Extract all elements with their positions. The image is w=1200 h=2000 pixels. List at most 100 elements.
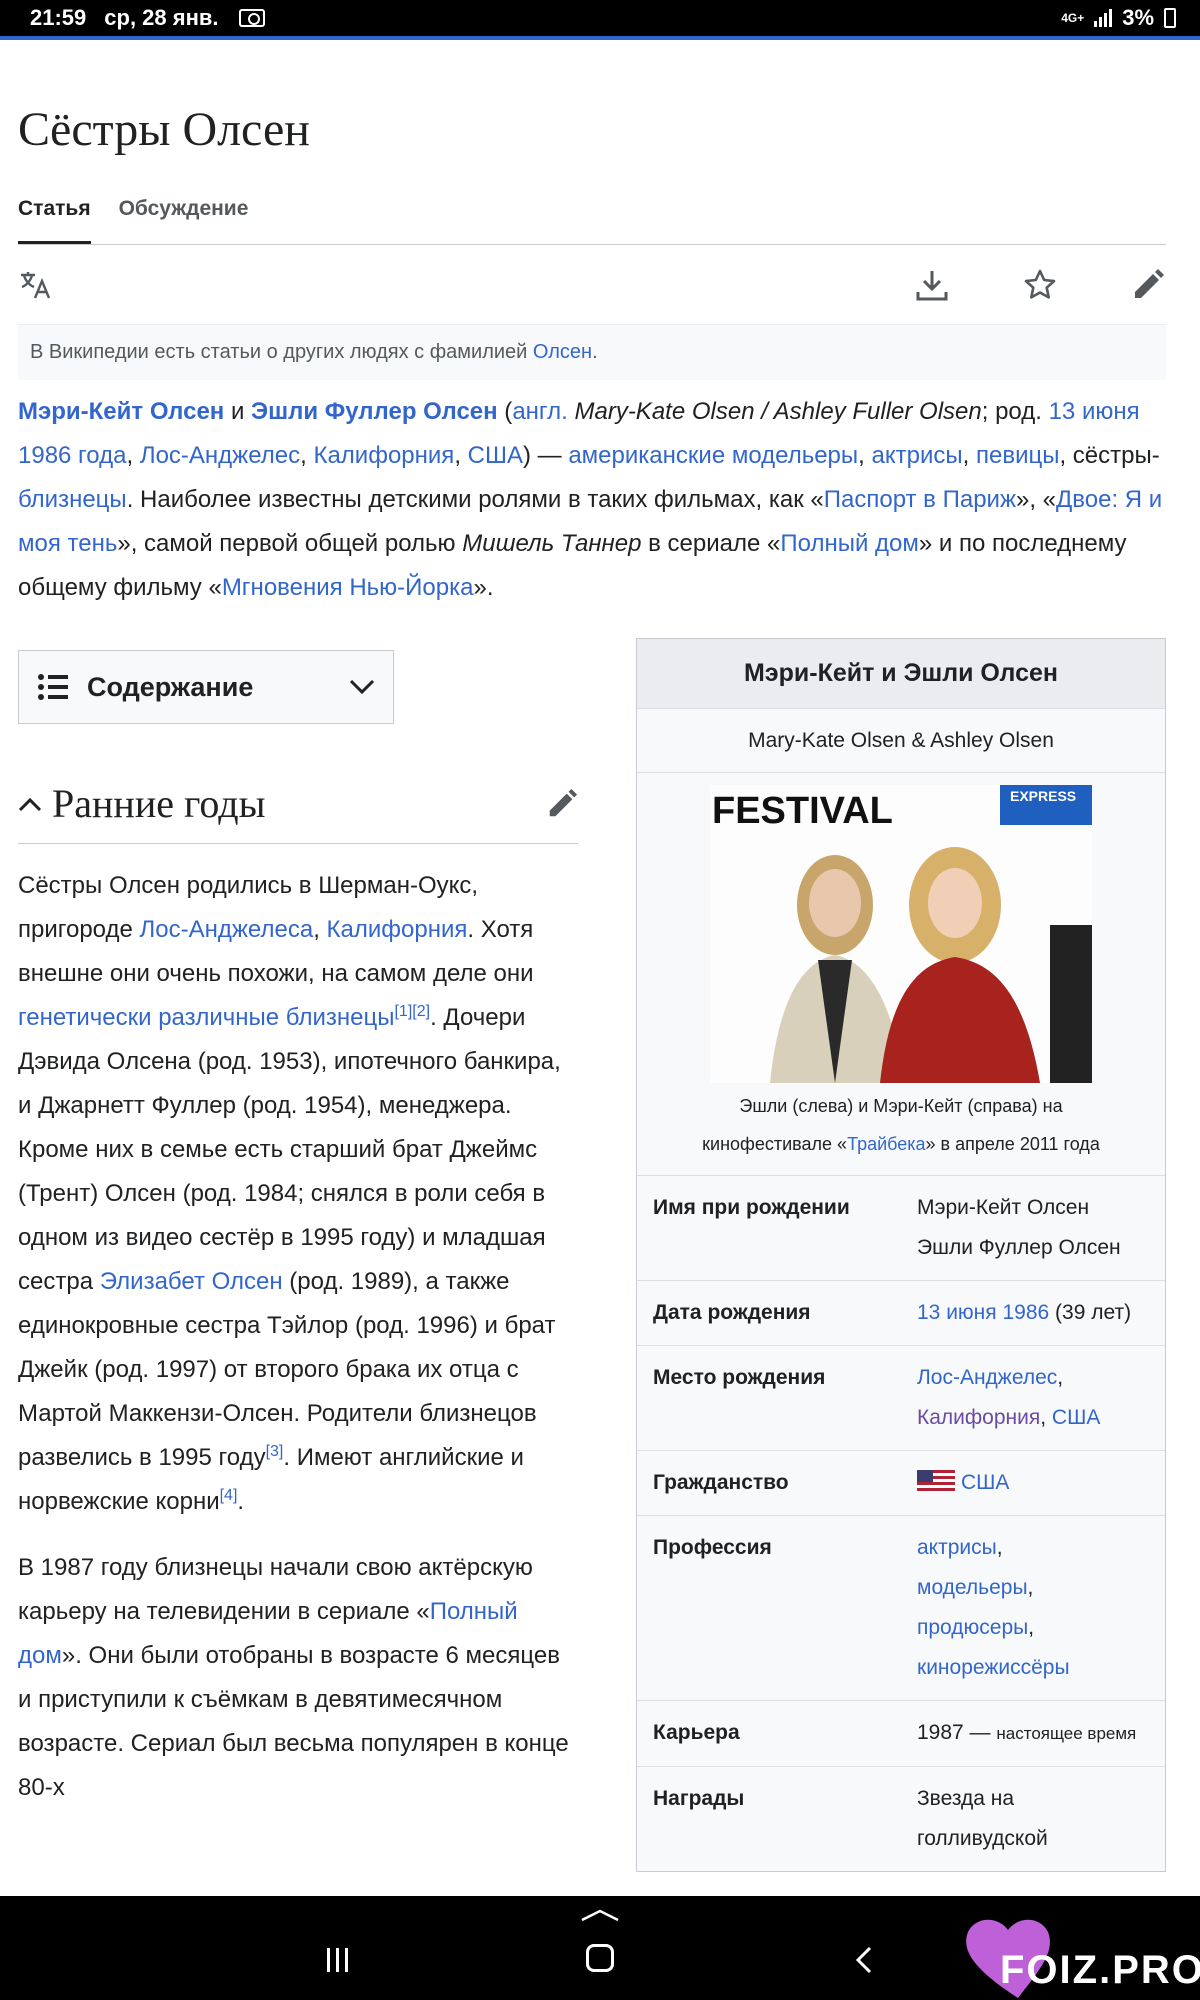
row-label: Награды bbox=[653, 1787, 745, 1810]
photo-sign-express: EXPRESS bbox=[1010, 788, 1076, 804]
tab-talk[interactable]: Обсуждение bbox=[119, 193, 249, 244]
link-birthdate-2[interactable]: 13 июня 1986 bbox=[917, 1301, 1049, 1324]
link-los-angeles[interactable]: Лос-Анджелес bbox=[140, 442, 300, 469]
page-actions bbox=[18, 245, 1166, 325]
star-icon[interactable] bbox=[1022, 267, 1058, 303]
caption-line-1: Эшли (слева) и Мэри-Кейт (справа) на bbox=[739, 1096, 1063, 1116]
infobox-row-birthplace: Место рождения Лос-Анджелес, Калифорния, … bbox=[637, 1346, 1165, 1451]
language-icon[interactable] bbox=[18, 267, 54, 303]
text: , bbox=[300, 442, 314, 469]
caption-text: » в апреле 2011 года bbox=[925, 1134, 1100, 1154]
infobox-row-birthname: Имя при рождении Мэри-Кейт Олсен Эшли Фул… bbox=[637, 1176, 1165, 1281]
link-california[interactable]: Калифорния bbox=[313, 442, 454, 469]
link-los-angeles-2[interactable]: Лос-Анджелеса bbox=[140, 916, 314, 943]
link-designers[interactable]: американские модельеры bbox=[568, 442, 858, 469]
tab-article[interactable]: Статья bbox=[18, 193, 91, 244]
text: , bbox=[313, 916, 327, 943]
link-producers[interactable]: продюсеры bbox=[917, 1616, 1028, 1639]
link-la-3[interactable]: Лос-Анджелес bbox=[917, 1366, 1057, 1389]
list-icon bbox=[38, 674, 68, 700]
row-value: Мэри-Кейт Олсен Эшли Фуллер Олсен bbox=[917, 1188, 1149, 1268]
caption-text: кинофестивале « bbox=[702, 1134, 848, 1154]
role-name: Мишель Таннер bbox=[462, 530, 642, 557]
hatnote: В Википедии есть статьи о других людях с… bbox=[18, 325, 1166, 380]
link-california-3[interactable]: Калифорния bbox=[917, 1406, 1040, 1429]
link-twins[interactable]: близнецы bbox=[18, 486, 127, 513]
toc-label: Содержание bbox=[87, 671, 254, 702]
signal-icon bbox=[1094, 9, 1113, 27]
paragraph-career: В 1987 году близнецы начали свою актёрск… bbox=[18, 1546, 578, 1810]
link-twins-genetic[interactable]: генетически различные близнецы bbox=[18, 1004, 394, 1031]
section-header[interactable]: Ранние годы bbox=[18, 764, 578, 844]
recent-apps-icon[interactable] bbox=[326, 1948, 350, 1972]
toc-toggle[interactable]: Содержание bbox=[18, 650, 394, 724]
link-ashley[interactable]: Эшли Фуллер Олсен bbox=[251, 398, 498, 425]
infobox-row-profession: Профессия актрисы, модельеры, продюсеры, ки… bbox=[637, 1516, 1165, 1701]
text: , сёстры- bbox=[1059, 442, 1160, 469]
back-icon[interactable] bbox=[855, 1946, 873, 1974]
download-icon[interactable] bbox=[914, 267, 950, 303]
ref-4[interactable]: [4] bbox=[220, 1487, 238, 1504]
link-tribeca[interactable]: Трайбека bbox=[847, 1134, 925, 1154]
lead-paragraph: Мэри-Кейт Олсен и Эшли Фуллер Олсен (анг… bbox=[18, 390, 1166, 610]
status-bar: 21:59 ср, 28 янв. 4G+ 3% bbox=[0, 0, 1200, 36]
text: ( bbox=[497, 398, 513, 425]
olsen-photo[interactable]: EXPRESS FESTIVAL bbox=[710, 785, 1092, 1083]
infobox-row-birthdate: Дата рождения 13 июня 1986 (39 лет) bbox=[637, 1281, 1165, 1346]
home-icon[interactable] bbox=[586, 1944, 614, 1972]
link-usa-3[interactable]: США bbox=[1052, 1406, 1100, 1429]
birthname-2: Эшли Фуллер Олсен bbox=[917, 1236, 1121, 1259]
network-type: 4G+ bbox=[1061, 11, 1085, 25]
link-film-paris[interactable]: Паспорт в Париж bbox=[824, 486, 1016, 513]
birthname-1: Мэри-Кейт Олсен bbox=[917, 1196, 1090, 1219]
link-mary-kate[interactable]: Мэри-Кейт Олсен bbox=[18, 398, 224, 425]
row-value: США bbox=[917, 1463, 1149, 1503]
hatnote-link[interactable]: Олсен bbox=[533, 341, 592, 363]
link-film-ny[interactable]: Мгновения Нью-Йорка bbox=[222, 574, 474, 601]
watermark-text: FOIZ.PRO bbox=[1000, 1948, 1200, 1992]
chevron-up-icon[interactable] bbox=[580, 1908, 620, 1922]
ref-1[interactable]: [1] bbox=[394, 1003, 412, 1020]
section-edit-icon[interactable] bbox=[546, 788, 578, 820]
chevron-up-icon bbox=[18, 797, 42, 811]
body-columns: Содержание Ранние годы Сёстры Олсен роди… bbox=[18, 638, 1166, 1872]
text: (род. 1989), а также единокровные сестра… bbox=[18, 1268, 556, 1471]
page-tabs: Статья Обсуждение bbox=[18, 193, 1166, 245]
link-elizabeth-olsen[interactable]: Элизабет Олсен bbox=[100, 1268, 283, 1295]
hatnote-end: . bbox=[592, 341, 598, 363]
link-full-house[interactable]: Полный дом bbox=[780, 530, 919, 557]
edit-icon[interactable] bbox=[1130, 267, 1166, 303]
text: , bbox=[126, 442, 140, 469]
ref-3[interactable]: [3] bbox=[266, 1443, 284, 1460]
text: », самой первой общей ролью bbox=[117, 530, 463, 557]
text: и bbox=[224, 398, 252, 425]
age: (39 лет) bbox=[1049, 1301, 1132, 1324]
link-directors[interactable]: кинорежиссёры bbox=[917, 1656, 1070, 1679]
row-value: Звезда на голливудской bbox=[917, 1787, 1048, 1850]
text: ». Они были отобраны в возрасте 6 месяце… bbox=[18, 1642, 569, 1801]
ref-2[interactable]: [2] bbox=[412, 1003, 430, 1020]
paragraph-early-years: Сёстры Олсен родились в Шерман-Оукс, при… bbox=[18, 864, 578, 1524]
infobox-row-career: Карьера 1987 — настоящее время bbox=[637, 1701, 1165, 1767]
text: ». bbox=[473, 574, 494, 601]
link-singers[interactable]: певицы bbox=[976, 442, 1060, 469]
infobox-column: Мэри-Кейт и Эшли Олсен Mary-Kate Olsen &… bbox=[636, 638, 1166, 1872]
link-english[interactable]: англ. bbox=[512, 398, 568, 425]
section-title: Ранние годы bbox=[52, 781, 266, 826]
row-label: Профессия bbox=[653, 1536, 772, 1559]
image-caption: Эшли (слева) и Мэри-Кейт (справа) на кин… bbox=[637, 1087, 1165, 1163]
text: , bbox=[962, 442, 976, 469]
link-actresses[interactable]: актрисы bbox=[872, 442, 963, 469]
link-models[interactable]: модельеры bbox=[917, 1576, 1028, 1599]
text: ) — bbox=[523, 442, 569, 469]
row-label: Карьера bbox=[653, 1721, 740, 1744]
row-label: Дата рождения bbox=[653, 1301, 811, 1324]
infobox-subtitle: Mary-Kate Olsen & Ashley Olsen bbox=[637, 709, 1165, 773]
main-column: Содержание Ранние годы Сёстры Олсен роди… bbox=[18, 638, 578, 1872]
link-usa-citizenship[interactable]: США bbox=[961, 1471, 1009, 1494]
link-actresses-2[interactable]: актрисы bbox=[917, 1536, 997, 1559]
screenshot-icon bbox=[238, 9, 265, 27]
link-usa[interactable]: США bbox=[468, 442, 523, 469]
link-california-2[interactable]: Калифорния bbox=[327, 916, 468, 943]
row-label: Гражданство bbox=[653, 1471, 789, 1494]
